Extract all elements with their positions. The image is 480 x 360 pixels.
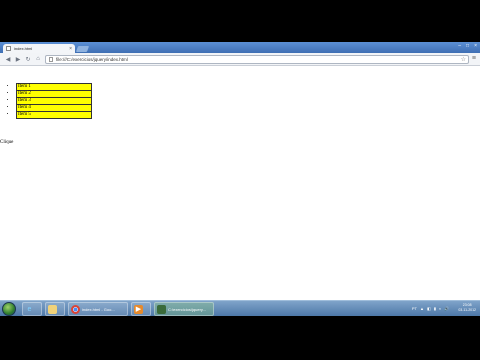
back-icon[interactable]: ◀ <box>3 56 13 63</box>
volume-icon[interactable]: 🔊 <box>444 306 449 311</box>
taskbar-app-cmd[interactable]: C:\exercicios\jquery... <box>154 302 214 316</box>
taskbar-app-ie[interactable]: e <box>22 302 42 316</box>
new-tab-button[interactable] <box>75 46 90 52</box>
ie-icon: e <box>27 305 32 313</box>
address-bar[interactable]: file:///C:/exercicios/jquery/index.html … <box>45 55 469 64</box>
show-hidden-icons-icon[interactable]: ▲ <box>420 306 424 311</box>
tab-close-icon[interactable]: × <box>69 46 72 52</box>
home-icon[interactable]: ⌂ <box>33 56 43 62</box>
desktop-screen: index.html × ‒ □ × ◀ ▶ ↻ ⌂ file:///C:/ex… <box>0 42 480 316</box>
start-button[interactable] <box>2 302 16 316</box>
taskbar-app-explorer[interactable] <box>45 302 65 316</box>
system-tray: PT ▲ ◧ ▮ ◐ 🔊 23:08 03-11-2012 <box>412 303 476 313</box>
page-viewport: Item 1 Item 2 Item 3 Item 4 Item 5 Cliqu… <box>0 67 480 300</box>
taskbar-app-label: index.html - Goo... <box>82 306 115 312</box>
minimize-icon[interactable]: ‒ <box>458 43 461 49</box>
tab-index-html[interactable]: index.html × <box>3 44 75 53</box>
page-icon <box>49 57 53 62</box>
list-item: Item 5 <box>16 111 92 119</box>
click-button[interactable]: Clique <box>0 140 13 145</box>
page-favicon-icon <box>6 46 11 51</box>
media-icon: ▶ <box>134 304 143 314</box>
reload-icon[interactable]: ↻ <box>23 56 33 63</box>
taskbar-app-chrome[interactable]: index.html - Goo... <box>68 302 128 316</box>
language-indicator[interactable]: PT <box>412 306 417 311</box>
clock[interactable]: 23:08 03-11-2012 <box>458 303 476 313</box>
list-item-label[interactable]: Item 5 <box>16 111 92 119</box>
maximize-icon[interactable]: □ <box>466 43 469 49</box>
taskbar-app-media[interactable]: ▶ <box>131 302 151 316</box>
action-center-icon[interactable]: ◧ <box>427 306 431 311</box>
browser-tab-strip: index.html × ‒ □ × <box>0 42 480 53</box>
tab-title: index.html <box>14 46 33 51</box>
taskbar: e index.html - Goo... ▶ C:\exercicios\jq… <box>0 300 480 316</box>
taskbar-app-label: C:\exercicios\jquery... <box>168 306 206 312</box>
folder-icon <box>48 304 57 314</box>
wrench-menu-icon[interactable]: ≡ <box>472 55 476 62</box>
address-url[interactable]: file:///C:/exercicios/jquery/index.html <box>56 57 461 62</box>
cmd-icon <box>157 304 166 314</box>
bookmark-star-icon[interactable]: ☆ <box>461 56 466 63</box>
forward-icon[interactable]: ▶ <box>13 56 23 63</box>
battery-icon[interactable]: ▮ <box>434 306 436 311</box>
browser-toolbar: ◀ ▶ ↻ ⌂ file:///C:/exercicios/jquery/ind… <box>0 53 480 66</box>
item-list: Item 1 Item 2 Item 3 Item 4 Item 5 <box>8 83 92 119</box>
network-icon[interactable]: ◐ <box>439 306 441 311</box>
close-window-icon[interactable]: × <box>474 43 477 49</box>
clock-date: 03-11-2012 <box>458 308 476 312</box>
window-controls: ‒ □ × <box>458 43 477 49</box>
chrome-icon <box>71 304 80 314</box>
